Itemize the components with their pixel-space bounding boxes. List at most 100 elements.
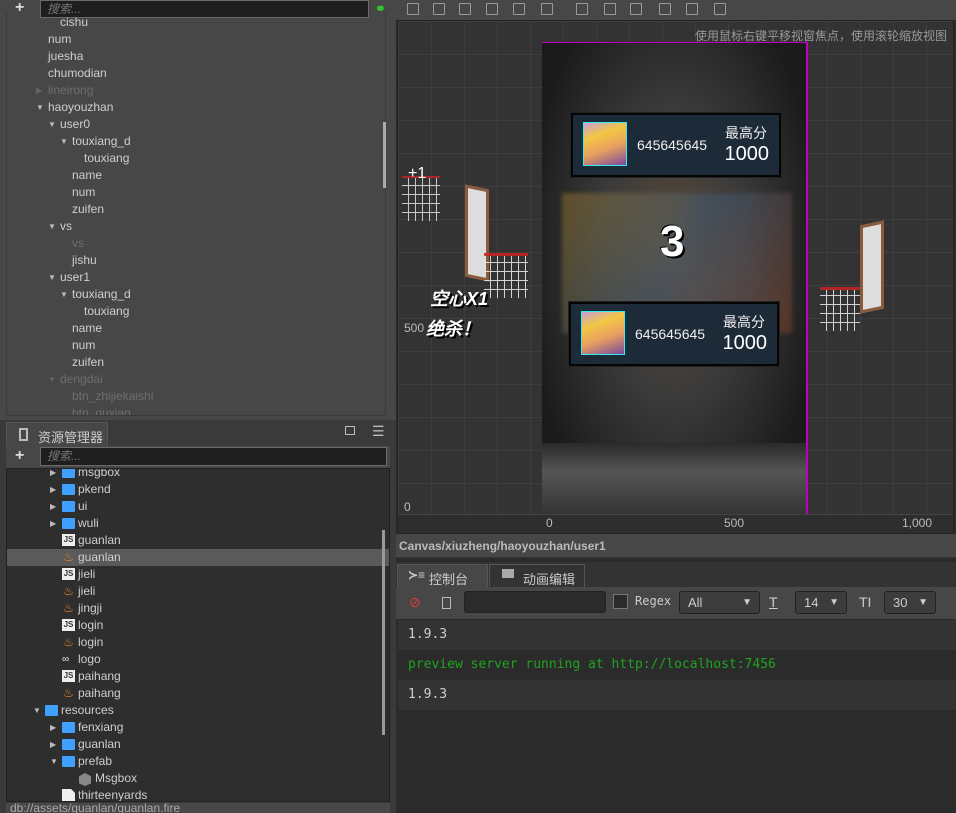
asset-item[interactable]: ▶ msgbox (7, 469, 389, 481)
hierarchy-node[interactable]: btn_zhijiekaishi (7, 388, 385, 405)
assets-search-input[interactable]: 搜索... (40, 447, 387, 466)
align-v-center-icon[interactable] (433, 3, 445, 15)
hierarchy-node[interactable]: touxiang (7, 303, 385, 320)
hierarchy-node[interactable]: juesha (7, 48, 385, 65)
assets-scrollbar[interactable] (382, 530, 385, 735)
hierarchy-node-label: name (72, 321, 103, 335)
hierarchy-node[interactable]: btn_quxiao (7, 405, 385, 415)
hierarchy-node[interactable]: zuifen (7, 354, 385, 371)
caret-right-icon[interactable]: ▶ (50, 515, 56, 532)
asset-item[interactable]: ▶ wuli (7, 515, 389, 532)
hierarchy-node[interactable]: ▼ user1 (7, 269, 385, 286)
hierarchy-scrollbar[interactable] (383, 122, 386, 188)
asset-item[interactable]: thirteenyards (7, 787, 389, 801)
hierarchy-node[interactable]: chumodian (7, 65, 385, 82)
hoop-right (820, 287, 860, 331)
menu-icon[interactable]: ☰ (372, 423, 385, 440)
tab-animation-editor[interactable]: 动画编辑器 (489, 564, 585, 606)
caret-down-icon[interactable]: ▼ (36, 99, 44, 116)
distribute-left-icon[interactable] (659, 3, 671, 15)
caret-down-icon[interactable]: ▼ (60, 286, 68, 303)
hierarchy-node[interactable]: name (7, 320, 385, 337)
hierarchy-node[interactable]: ▼ user0 (7, 116, 385, 133)
hierarchy-node[interactable]: num (7, 31, 385, 48)
caret-down-icon[interactable]: ▼ (48, 269, 56, 286)
hierarchy-node[interactable]: name (7, 167, 385, 184)
hierarchy-node[interactable]: ▶ lineirong (7, 82, 385, 99)
hierarchy-node[interactable]: zuifen (7, 201, 385, 218)
tab-console[interactable]: ≻≡ 控制台 (397, 564, 488, 587)
line-height-select[interactable]: 30 ▼ (884, 591, 936, 614)
line-height-value: 30 (893, 595, 908, 610)
caret-down-icon[interactable]: ▼ (48, 116, 56, 133)
hierarchy-node[interactable]: num (7, 184, 385, 201)
asset-item[interactable]: Msgbox (7, 770, 389, 787)
asset-item[interactable]: ▶ guanlan (7, 736, 389, 753)
font-size-select[interactable]: 14 ▼ (795, 591, 847, 614)
asset-item[interactable]: ♨ paihang (7, 685, 389, 702)
asset-item[interactable]: ∞ logo (7, 651, 389, 668)
hierarchy-node[interactable]: num (7, 337, 385, 354)
hierarchy-node[interactable]: cishu (7, 14, 385, 31)
align-left-icon[interactable] (486, 3, 498, 15)
asset-item[interactable]: JS guanlan (7, 532, 389, 549)
caret-right-icon[interactable]: ▶ (50, 719, 56, 736)
distribute-v-center-icon[interactable] (604, 3, 616, 15)
align-h-center-icon[interactable] (513, 3, 525, 15)
caret-down-icon[interactable]: ▼ (33, 702, 41, 719)
console-log-line: 1.9.3 (398, 620, 956, 650)
asset-item[interactable]: ▶ ui (7, 498, 389, 515)
hierarchy-node[interactable]: ▼ dengdai (7, 371, 385, 388)
asset-item[interactable]: ♨ jingji (7, 600, 389, 617)
caret-right-icon[interactable]: ▶ (50, 498, 56, 515)
assets-status-path: db://assets/guanlan/guanlan.fire (6, 803, 390, 813)
asset-item-label: login (78, 635, 104, 649)
console-filter-input[interactable] (464, 591, 606, 613)
distribute-right-icon[interactable] (714, 3, 726, 15)
asset-item[interactable]: ♨ login (7, 634, 389, 651)
caret-right-icon[interactable]: ▶ (50, 469, 56, 481)
hierarchy-node[interactable]: jishu (7, 252, 385, 269)
distribute-h-center-icon[interactable] (686, 3, 698, 15)
distribute-top-icon[interactable] (576, 3, 588, 15)
align-bottom-icon[interactable] (459, 3, 471, 15)
asset-item[interactable]: JS jieli (7, 566, 389, 583)
regex-checkbox[interactable] (613, 594, 628, 609)
assets-tab[interactable]: 资源管理器 (6, 422, 108, 446)
hierarchy-node[interactable]: vs (7, 235, 385, 252)
folder-icon (62, 756, 75, 767)
asset-item[interactable]: ▼ prefab (7, 753, 389, 770)
asset-item[interactable]: ▼ resources (7, 702, 389, 719)
distribute-bottom-icon[interactable] (630, 3, 642, 15)
hierarchy-node[interactable]: touxiang (7, 150, 385, 167)
asset-item[interactable]: ▶ pkend (7, 481, 389, 498)
scene-view[interactable]: 使用鼠标右键平移视窗焦点，使用滚轮缩放视图 645645645 最高分 1000… (397, 20, 954, 534)
caret-down-icon[interactable]: ▼ (50, 753, 58, 770)
clear-console-icon[interactable]: ⊘ (409, 594, 421, 611)
hierarchy-node[interactable]: ▼ touxiang_d (7, 133, 385, 150)
popout-icon[interactable] (345, 426, 355, 435)
caret-down-icon[interactable]: ▼ (60, 133, 68, 150)
caret-right-icon[interactable]: ▶ (50, 481, 56, 498)
hierarchy-node[interactable]: ▼ vs (7, 218, 385, 235)
node-path-bar: Canvas/xiuzheng/haoyouzhan/user1 (396, 534, 956, 558)
hierarchy-node[interactable]: ▼ haoyouzhan (7, 99, 385, 116)
caret-right-icon[interactable]: ▶ (50, 736, 56, 753)
add-asset-button[interactable]: + (15, 448, 24, 464)
asset-item[interactable]: JS login (7, 617, 389, 634)
align-top-icon[interactable] (407, 3, 419, 15)
hierarchy-node-label: haoyouzhan (48, 100, 114, 114)
caret-right-icon[interactable]: ▶ (36, 82, 42, 99)
asset-item[interactable]: ♨ jieli (7, 583, 389, 600)
asset-item-label: jingji (78, 601, 103, 615)
asset-item[interactable]: JS paihang (7, 668, 389, 685)
caret-down-icon[interactable]: ▼ (48, 371, 56, 388)
scene-file-icon: ♨ (63, 550, 74, 564)
asset-item[interactable]: ▶ fenxiang (7, 719, 389, 736)
open-log-file-icon[interactable] (442, 597, 451, 609)
hierarchy-node[interactable]: ▼ touxiang_d (7, 286, 385, 303)
caret-down-icon[interactable]: ▼ (48, 218, 56, 235)
align-right-icon[interactable] (541, 3, 553, 15)
asset-item[interactable]: ♨ guanlan (7, 549, 389, 566)
log-level-select[interactable]: All ▼ (679, 591, 760, 614)
